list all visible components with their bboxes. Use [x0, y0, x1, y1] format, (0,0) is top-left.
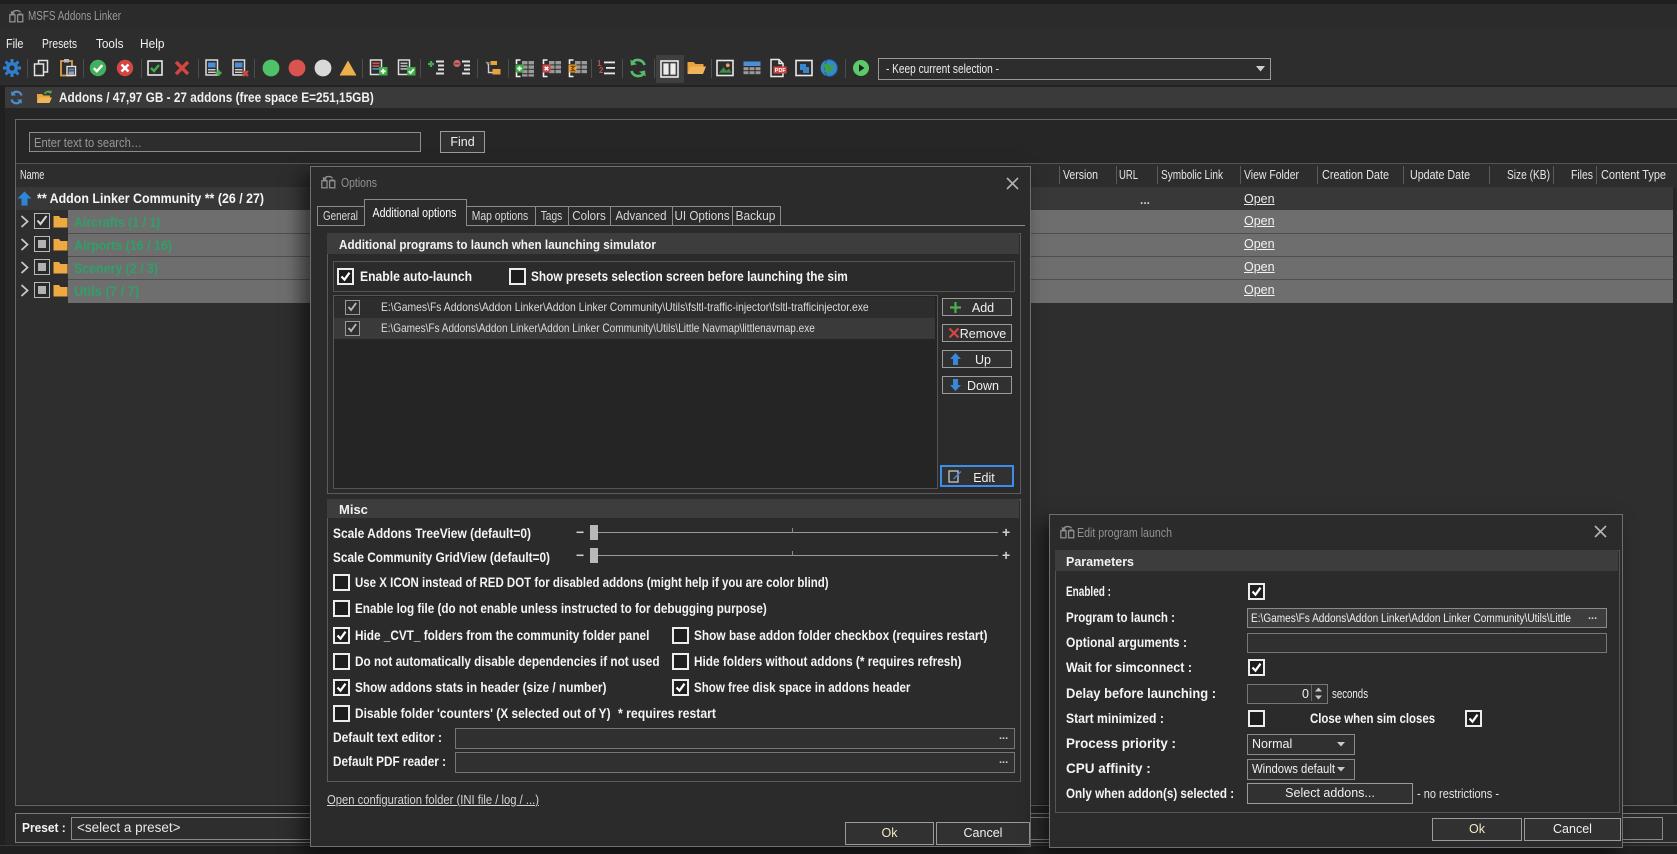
svg-text:PDF: PDF: [775, 68, 787, 74]
svg-text:2: 2: [599, 66, 604, 75]
